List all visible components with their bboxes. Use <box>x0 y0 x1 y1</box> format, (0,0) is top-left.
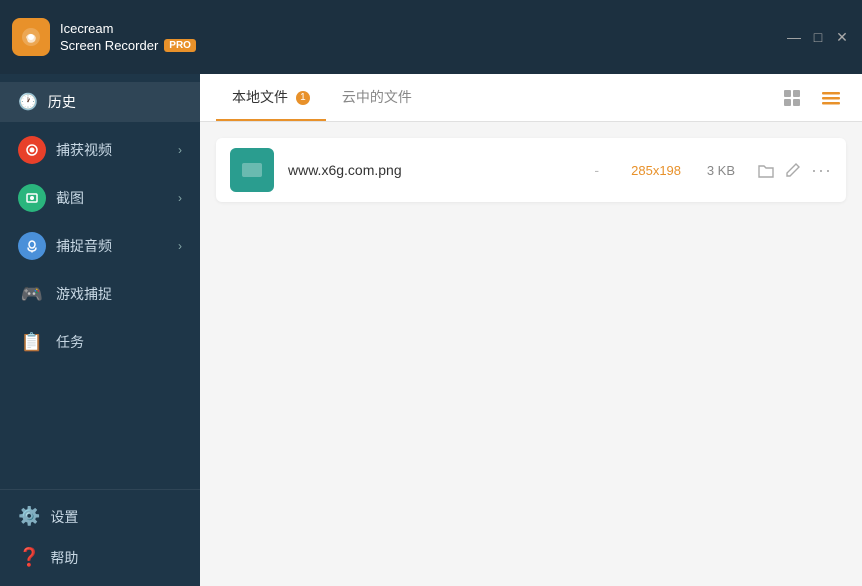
app-branding: Icecream Screen Recorder PRO <box>12 18 196 56</box>
sidebar-item-screenshot[interactable]: 截图 › <box>0 174 200 222</box>
view-toggle <box>778 83 846 113</box>
tab-cloud-files[interactable]: 云中的文件 <box>326 75 428 121</box>
sidebar-item-history[interactable]: 🕐 历史 <box>0 82 200 122</box>
capture-audio-label: 捕捉音频 <box>56 236 112 256</box>
file-list: www.x6g.com.png - 285x198 3 KB <box>200 122 862 586</box>
capture-audio-icon <box>18 232 46 260</box>
screenshot-label: 截图 <box>56 188 84 208</box>
tab-local-files-label: 本地文件 <box>232 89 288 105</box>
main-layout: 🕐 历史 捕获视频 › 截图 › <box>0 74 862 586</box>
tasks-icon: 📋 <box>18 328 46 356</box>
more-options-icon: ··· <box>811 160 832 181</box>
edit-button[interactable] <box>785 162 801 178</box>
sidebar: 🕐 历史 捕获视频 › 截图 › <box>0 74 200 586</box>
sidebar-item-settings[interactable]: ⚙️ 设置 <box>0 496 200 537</box>
settings-icon: ⚙️ <box>18 506 40 527</box>
tabs: 本地文件 1 云中的文件 <box>216 75 428 121</box>
app-logo <box>12 18 50 56</box>
help-label: 帮助 <box>50 548 78 568</box>
app-name-sub: Screen Recorder <box>60 38 158 53</box>
sidebar-item-tasks[interactable]: 📋 任务 <box>0 318 200 366</box>
capture-video-chevron: › <box>178 143 182 157</box>
minimize-button[interactable]: — <box>786 29 802 45</box>
content-area: 本地文件 1 云中的文件 <box>200 74 862 586</box>
screenshot-icon <box>18 184 46 212</box>
file-size: 3 KB <box>695 163 735 178</box>
tab-cloud-files-label: 云中的文件 <box>342 89 412 105</box>
capture-audio-chevron: › <box>178 239 182 253</box>
close-button[interactable]: ✕ <box>834 29 850 45</box>
sidebar-bottom: ⚙️ 设置 ❓ 帮助 <box>0 489 200 578</box>
list-view-button[interactable] <box>816 83 846 113</box>
settings-label: 设置 <box>50 507 78 527</box>
capture-video-icon <box>18 136 46 164</box>
grid-view-button[interactable] <box>778 84 806 112</box>
help-icon: ❓ <box>18 547 40 568</box>
file-thumbnail <box>230 148 274 192</box>
file-actions: ··· <box>757 160 832 181</box>
game-capture-label: 游戏捕捉 <box>56 284 112 304</box>
more-options-button[interactable]: ··· <box>811 160 832 181</box>
pro-badge: PRO <box>164 39 196 52</box>
tabs-bar: 本地文件 1 云中的文件 <box>200 74 862 122</box>
capture-video-label: 捕获视频 <box>56 140 112 160</box>
file-thumb-inner <box>242 163 262 177</box>
file-dash: - <box>594 162 599 178</box>
file-dimensions: 285x198 <box>621 163 681 178</box>
screenshot-chevron: › <box>178 191 182 205</box>
game-capture-icon: 🎮 <box>18 280 46 308</box>
sidebar-item-help[interactable]: ❓ 帮助 <box>0 537 200 578</box>
maximize-button[interactable]: □ <box>810 29 826 45</box>
sidebar-item-capture-video[interactable]: 捕获视频 › <box>0 126 200 174</box>
sidebar-item-game-capture[interactable]: 🎮 游戏捕捉 <box>0 270 200 318</box>
history-label: 历史 <box>48 92 76 112</box>
open-folder-button[interactable] <box>757 161 775 179</box>
file-name: www.x6g.com.png <box>288 162 572 178</box>
tab-local-files-badge: 1 <box>296 91 310 105</box>
tab-local-files[interactable]: 本地文件 1 <box>216 75 326 121</box>
history-icon: 🕐 <box>18 92 38 112</box>
tasks-label: 任务 <box>56 332 84 352</box>
window-controls: — □ ✕ <box>786 29 850 45</box>
app-name: Icecream Screen Recorder PRO <box>60 21 196 53</box>
table-row: www.x6g.com.png - 285x198 3 KB <box>216 138 846 202</box>
sidebar-item-capture-audio[interactable]: 捕捉音频 › <box>0 222 200 270</box>
app-name-top: Icecream <box>60 21 196 38</box>
title-bar: Icecream Screen Recorder PRO — □ ✕ <box>0 0 862 74</box>
